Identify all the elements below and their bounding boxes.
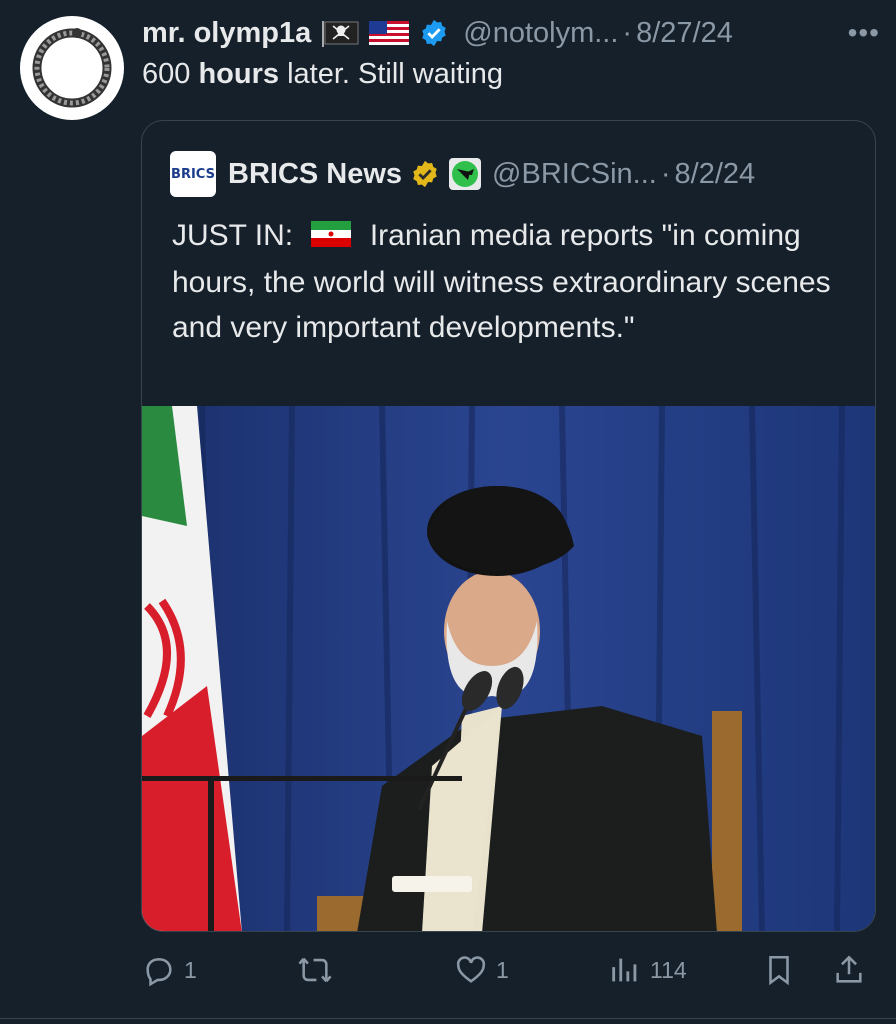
verified-gold-badge-icon xyxy=(410,159,440,189)
views-icon xyxy=(612,958,637,982)
tweet-text: 600 hours later. Still waiting xyxy=(142,58,503,91)
verified-badge-icon xyxy=(419,18,449,48)
share-button[interactable] xyxy=(832,948,866,992)
quote-header: BRICS BRICS News @BRICSin... · 8/2/24 xyxy=(170,151,859,197)
brics-logo-text: BRICS xyxy=(171,166,215,182)
more-options-icon[interactable]: ••• xyxy=(848,17,880,49)
bookmark-icon xyxy=(769,955,789,986)
quote-separator-dot: · xyxy=(660,157,671,190)
quote-media-image[interactable] xyxy=(142,406,875,931)
affiliate-badge-icon xyxy=(448,157,482,191)
quoted-tweet-card[interactable]: BRICS BRICS News @BRICSin... · 8/2/24 JU… xyxy=(141,120,876,932)
tweet-text-count: 600 xyxy=(142,58,191,90)
brics-logo[interactable]: BRICS xyxy=(170,151,216,197)
iran-flag-icon xyxy=(311,215,352,260)
tweet-action-bar: 1 1 114 xyxy=(142,948,877,992)
like-count: 1 xyxy=(496,956,509,983)
like-button[interactable]: 1 xyxy=(454,948,509,992)
quote-handle[interactable]: @BRICSin... xyxy=(492,158,657,191)
separator-dot: · xyxy=(622,16,633,49)
tweet-text-rest: later. Still waiting xyxy=(287,58,504,90)
pirate-flag-icon xyxy=(321,19,359,47)
tweet-text-bold: hours xyxy=(198,58,280,90)
reply-icon xyxy=(146,958,172,987)
tweet-date[interactable]: 8/27/24 xyxy=(636,17,733,50)
ouroboros-icon xyxy=(32,28,112,108)
repost-icon xyxy=(298,957,332,983)
us-flag-icon xyxy=(369,19,410,47)
quote-display-name[interactable]: BRICS News xyxy=(228,158,402,191)
quote-text: JUST IN: Iranian media reports "in comin… xyxy=(172,213,852,350)
views-button[interactable]: 114 xyxy=(608,948,687,992)
tweet-header: mr. olymp1a @notolym... · 8/27/24 ••• xyxy=(142,12,880,54)
divider xyxy=(0,1018,896,1019)
user-handle[interactable]: @notolym... xyxy=(463,17,618,50)
reply-button[interactable]: 1 xyxy=(142,948,197,992)
like-icon xyxy=(456,956,486,983)
avatar[interactable] xyxy=(20,16,124,120)
quote-date[interactable]: 8/2/24 xyxy=(675,158,756,191)
bookmark-button[interactable] xyxy=(762,948,796,992)
reply-count: 1 xyxy=(184,956,197,983)
display-name[interactable]: mr. olymp1a xyxy=(142,17,311,50)
share-icon xyxy=(836,955,862,983)
views-count: 114 xyxy=(650,956,687,983)
quote-text-prefix: JUST IN: xyxy=(172,219,294,252)
repost-button[interactable] xyxy=(296,948,342,992)
